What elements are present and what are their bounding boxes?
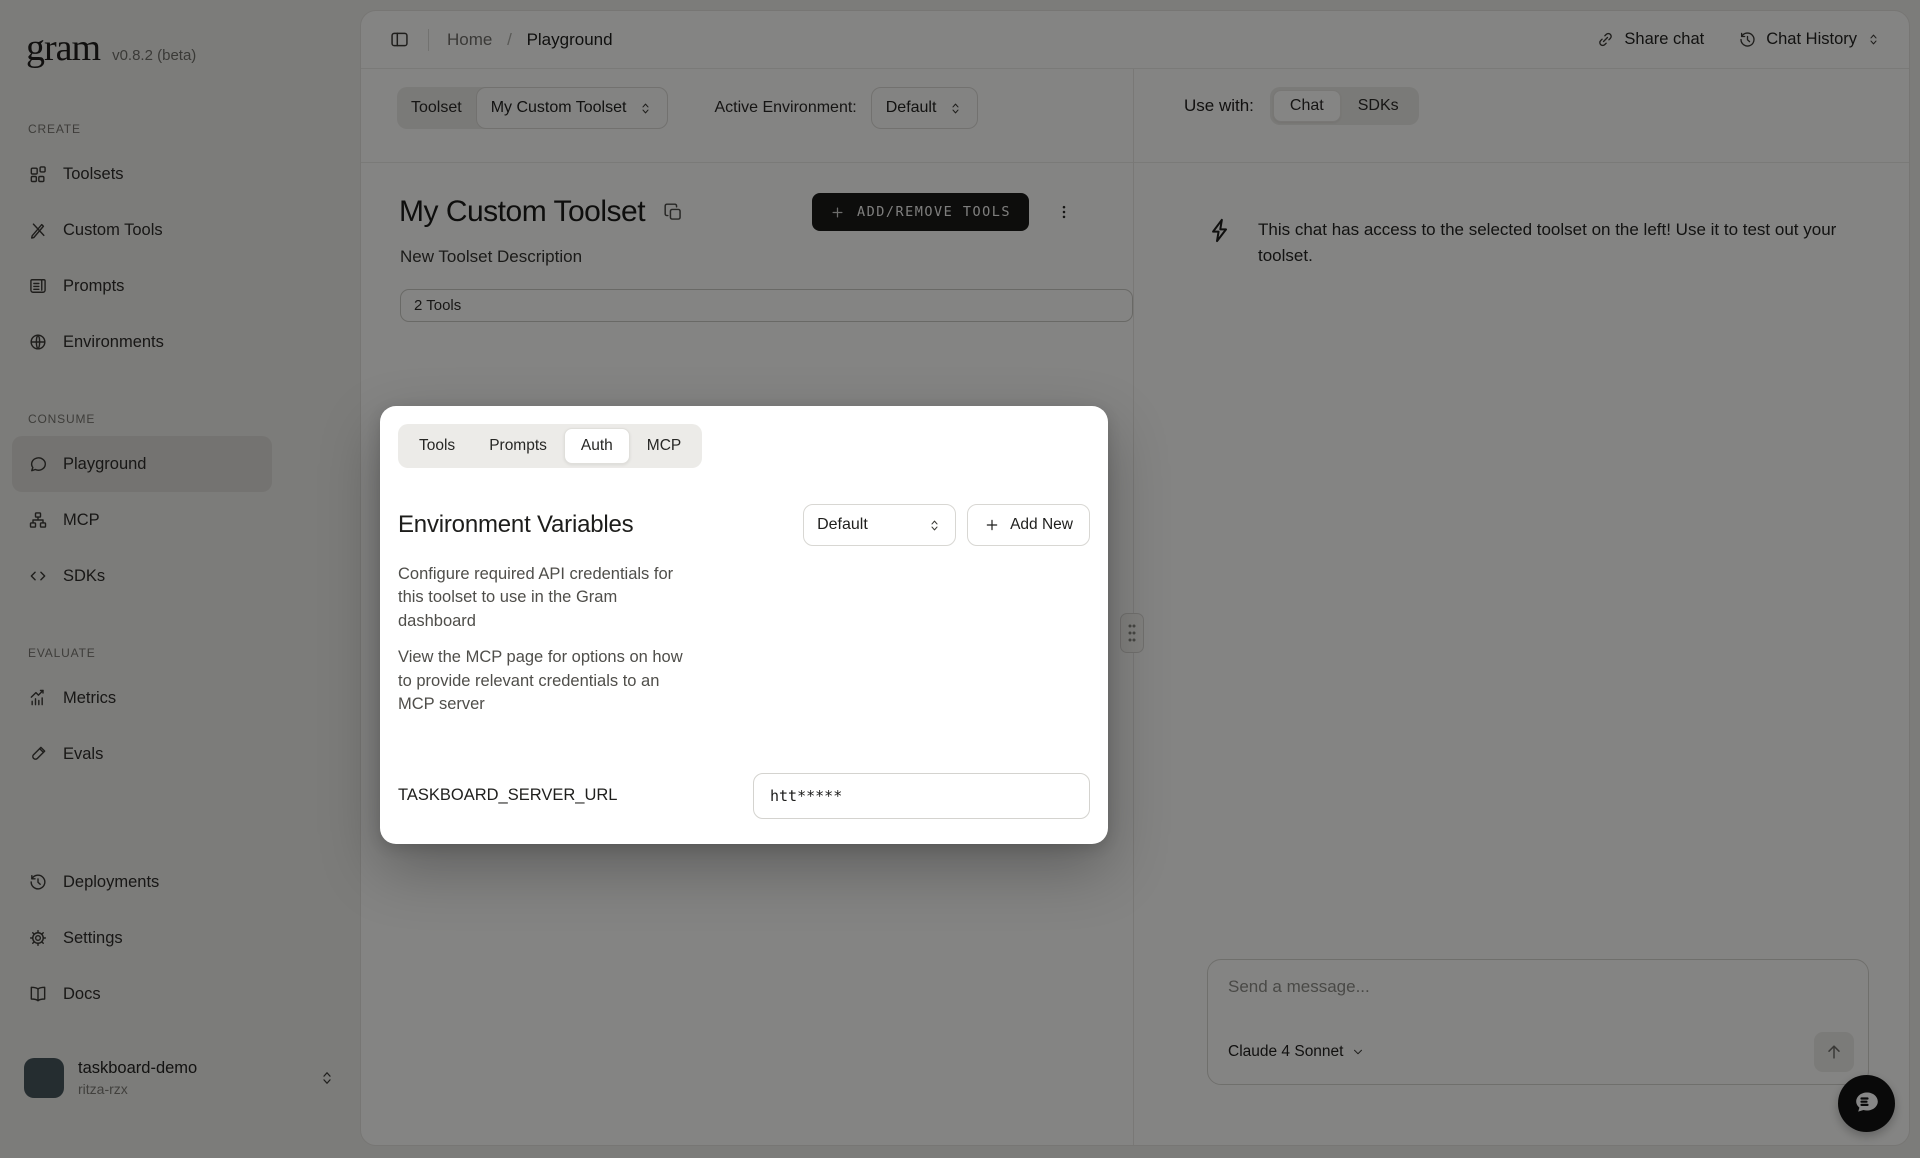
modal-tabbar: Tools Prompts Auth MCP (398, 424, 703, 468)
env-vars-description-1: Configure required API credentials for t… (398, 565, 674, 630)
chevron-updown-icon (927, 518, 942, 533)
env-var-value-input[interactable] (753, 772, 1090, 819)
plus-icon (984, 517, 1000, 533)
env-var-row: TASKBOARD_SERVER_URL (398, 772, 1090, 819)
tab-tools[interactable]: Tools (402, 428, 472, 464)
tab-auth[interactable]: Auth (563, 428, 630, 464)
add-new-label: Add New (1010, 516, 1073, 533)
add-new-button[interactable]: Add New (967, 504, 1090, 546)
env-vars-controls: Default Add New (803, 504, 1090, 546)
env-vars-header-row: Environment Variables Default Add New (398, 504, 1090, 546)
tab-prompts[interactable]: Prompts (472, 428, 564, 464)
env-vars-description-2: View the MCP page for options on how to … (398, 648, 683, 714)
env-var-name: TASKBOARD_SERVER_URL (398, 786, 618, 805)
env-select[interactable]: Default (803, 504, 957, 546)
env-vars-heading: Environment Variables (398, 511, 634, 538)
env-select-value: Default (817, 516, 868, 533)
toolset-detail-modal: Tools Prompts Auth MCP Environment Varia… (380, 406, 1108, 844)
tab-mcp[interactable]: MCP (630, 428, 698, 464)
